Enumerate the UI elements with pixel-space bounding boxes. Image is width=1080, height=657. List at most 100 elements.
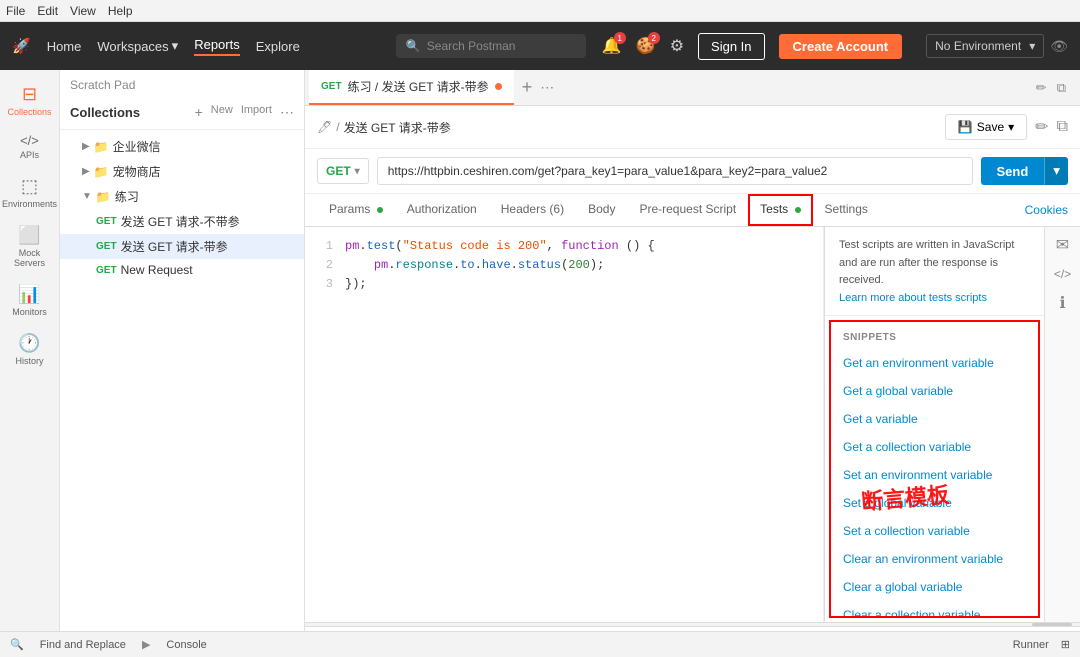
nav-workspaces[interactable]: Workspaces ▾ — [97, 38, 178, 54]
request-item-get-no-param[interactable]: GET 发送 GET 请求-不带参 — [60, 209, 304, 234]
menu-bar: File Edit View Help — [0, 0, 1080, 22]
collections-header: Collections + New Import ⋯ — [60, 96, 304, 130]
tab-params[interactable]: Params — [317, 194, 395, 226]
url-input[interactable] — [377, 157, 973, 185]
menu-view[interactable]: View — [70, 4, 96, 18]
runner-button[interactable]: Runner — [1013, 639, 1049, 651]
right-section: Test scripts are written in JavaScript a… — [824, 227, 1044, 622]
snippet-set-env-var[interactable]: Set an environment variable — [831, 461, 1038, 489]
collections-icon: ⊟ — [22, 84, 37, 105]
bell-icon[interactable]: 🔔 1 — [602, 36, 622, 56]
tab-settings[interactable]: Settings — [813, 194, 880, 226]
breadcrumb: 🖊 / 发送 GET 请求-带参 — [317, 119, 451, 136]
learn-more-link[interactable]: Learn more about tests scripts — [839, 292, 987, 304]
status-bar: 🔍 Find and Replace ▶ Console Runner ⊞ — [0, 631, 1080, 657]
nav-reports[interactable]: Reports — [194, 37, 240, 56]
console-button[interactable]: Console — [166, 639, 206, 651]
sign-in-button[interactable]: Sign In — [698, 33, 764, 60]
copy-request-icon[interactable]: ⧉ — [1057, 118, 1068, 136]
new-collection-button[interactable]: + — [195, 104, 203, 121]
search-bar[interactable]: 🔍 — [396, 34, 586, 58]
active-tab[interactable]: GET 练习 / 发送 GET 请求-带参 — [309, 70, 514, 105]
sidebar-item-collections[interactable]: ⊟ Collections — [3, 78, 57, 123]
save-button[interactable]: 💾 New Save ▾ — [945, 114, 1027, 140]
nav-home[interactable]: Home — [47, 39, 82, 54]
collection-item-enterprise-wechat[interactable]: ▶ 📁 企业微信 — [60, 134, 304, 159]
tab-pre-request-script[interactable]: Pre-request Script — [627, 194, 748, 226]
cookie-icon[interactable]: 🍪 2 — [636, 36, 656, 56]
search-icon: 🔍 — [406, 39, 421, 53]
request-item-get-with-param[interactable]: GET 发送 GET 请求-带参 — [60, 234, 304, 259]
snippet-clear-collection-var[interactable]: Clear a collection variable — [831, 601, 1038, 618]
more-options-icon[interactable]: ⋯ — [280, 104, 294, 121]
breadcrumb-icon: 🖊 — [317, 120, 332, 134]
snippet-clear-global-var[interactable]: Clear a global variable — [831, 573, 1038, 601]
create-account-button[interactable]: Create Account — [779, 34, 903, 59]
method-chevron-icon: ▾ — [355, 166, 360, 177]
collections-title: Collections — [70, 105, 195, 120]
snippet-get-global-var[interactable]: Get a global variable — [831, 377, 1038, 405]
gear-icon[interactable]: ⚙ — [670, 36, 684, 56]
email-icon[interactable]: ✉ — [1056, 235, 1069, 255]
cookies-link[interactable]: Cookies — [1025, 203, 1068, 217]
params-dot — [377, 207, 383, 213]
breadcrumb-current: 发送 GET 请求-带参 — [344, 119, 451, 136]
sidebar-item-mock-servers[interactable]: ⬜ Mock Servers — [3, 219, 57, 274]
import-button[interactable]: Import — [241, 104, 272, 121]
environments-icon: ⬚ — [21, 176, 38, 197]
save-icon: 💾 — [958, 120, 973, 134]
sidebar-item-apis[interactable]: </> APIs — [3, 127, 57, 166]
search-input[interactable] — [427, 39, 576, 53]
app-logo: 🚀 — [12, 37, 31, 55]
env-chevron-icon: ▾ — [1029, 39, 1035, 53]
tab-headers[interactable]: Headers (6) — [489, 194, 576, 226]
params-tabs: Params Authorization Headers (6) Body Pr… — [305, 194, 1080, 227]
snippet-get-env-var[interactable]: Get an environment variable — [831, 349, 1038, 377]
request-item-new-request[interactable]: GET New Request — [60, 259, 304, 281]
code-editor[interactable]: 1 pm.test("Status code is 200", function… — [305, 227, 824, 622]
copy-icon[interactable]: ⧉ — [1057, 80, 1066, 96]
new-button[interactable]: New — [211, 104, 233, 121]
send-button-group: Send ▾ — [981, 157, 1069, 185]
send-dropdown-button[interactable]: ▾ — [1044, 157, 1068, 185]
snippet-get-collection-var[interactable]: Get a collection variable — [831, 433, 1038, 461]
info-icon[interactable]: ℹ — [1059, 293, 1065, 313]
main-content: GET 练习 / 发送 GET 请求-带参 + ⋯ ✏ ⧉ 🖊 / 发送 GET… — [305, 70, 1080, 657]
env-view-icon[interactable]: 👁 — [1050, 38, 1068, 55]
tab-bar: GET 练习 / 发送 GET 请求-带参 + ⋯ ✏ ⧉ — [305, 70, 1080, 106]
tab-authorization[interactable]: Authorization — [395, 194, 489, 226]
code-line-2: 2 pm.response.to.have.status(200); — [315, 256, 813, 275]
more-tabs-icon[interactable]: ⋯ — [540, 79, 554, 96]
sidebar-item-history[interactable]: 🕐 History — [3, 327, 57, 372]
collection-item-pet-store[interactable]: ▶ 📁 宠物商店 — [60, 159, 304, 184]
collections-tree: ▶ 📁 企业微信 ▶ 📁 宠物商店 ▼ 📁 练习 GET 发送 GET 请求-不… — [60, 130, 304, 657]
environment-select[interactable]: No Environment ▾ — [926, 34, 1044, 58]
edit-pencil-icon[interactable]: ✏ — [1035, 117, 1048, 137]
sidebar-item-environments[interactable]: ⬚ Environments — [3, 170, 57, 215]
menu-file[interactable]: File — [6, 4, 25, 18]
tab-body[interactable]: Body — [576, 194, 627, 226]
nav-explore[interactable]: Explore — [256, 39, 300, 54]
menu-help[interactable]: Help — [108, 4, 133, 18]
edit-icon[interactable]: ✏ — [1036, 80, 1047, 96]
find-replace-icon: 🔍 — [10, 638, 24, 651]
menu-edit[interactable]: Edit — [37, 4, 58, 18]
cookie-badge: 2 — [648, 32, 660, 44]
right-panel: ✉ </> ℹ — [1044, 227, 1080, 622]
find-replace-button[interactable]: Find and Replace — [40, 639, 126, 651]
send-button[interactable]: Send — [981, 157, 1045, 185]
tab-tests[interactable]: Tests — [748, 194, 812, 226]
sidebar-item-monitors[interactable]: 📊 Monitors — [3, 278, 57, 323]
icon-sidebar: ⊟ Collections </> APIs ⬚ Environments ⬜ … — [0, 70, 60, 657]
collection-item-practice[interactable]: ▼ 📁 练习 — [60, 184, 304, 209]
code-icon[interactable]: </> — [1054, 267, 1071, 281]
snippet-get-var[interactable]: Get a variable — [831, 405, 1038, 433]
snippet-set-collection-var[interactable]: Set a collection variable — [831, 517, 1038, 545]
new-tab-button[interactable]: + — [514, 77, 541, 98]
runner-icon: ⊞ — [1061, 638, 1070, 651]
snippet-clear-env-var[interactable]: Clear an environment variable — [831, 545, 1038, 573]
apis-icon: </> — [20, 133, 39, 148]
method-select[interactable]: GET ▾ — [317, 158, 369, 184]
folder-collapse-icon: ▶ — [82, 166, 90, 177]
snippet-set-global-var[interactable]: Set a global variable — [831, 489, 1038, 517]
